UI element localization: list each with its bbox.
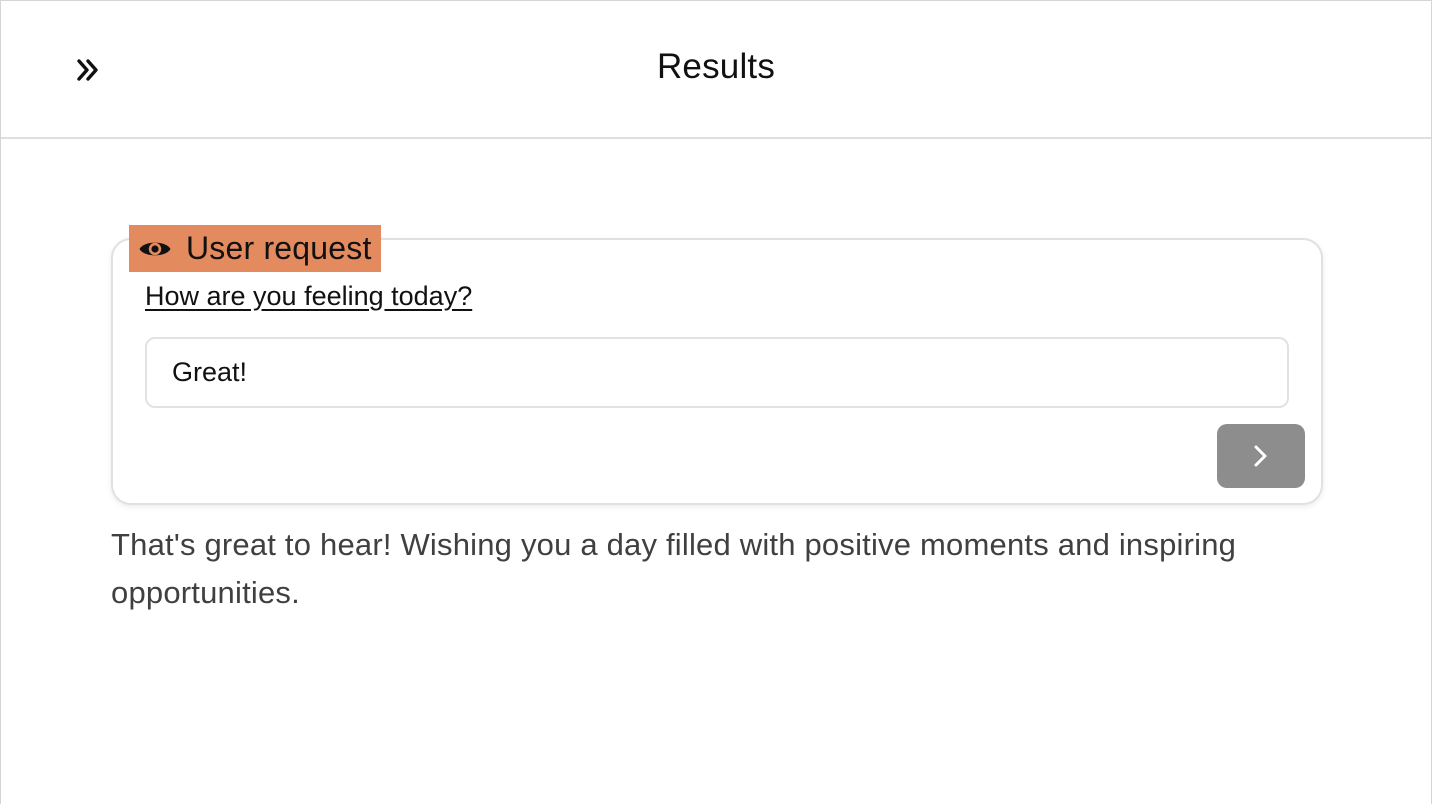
eye-icon xyxy=(139,242,171,255)
submit-button[interactable] xyxy=(1217,424,1305,488)
user-request-badge-label: User request xyxy=(186,230,372,266)
answer-input[interactable] xyxy=(145,337,1289,408)
chevron-right-icon xyxy=(1254,445,1267,467)
header-bar: Results xyxy=(1,1,1431,139)
user-request-badge: User request xyxy=(129,225,381,272)
page-title: Results xyxy=(656,47,776,86)
question-link[interactable]: How are you feeling today? xyxy=(145,281,472,312)
results-page: Results User request How are you feeling… xyxy=(0,0,1432,804)
response-text: That's great to hear! Wishing you a day … xyxy=(111,527,1237,610)
